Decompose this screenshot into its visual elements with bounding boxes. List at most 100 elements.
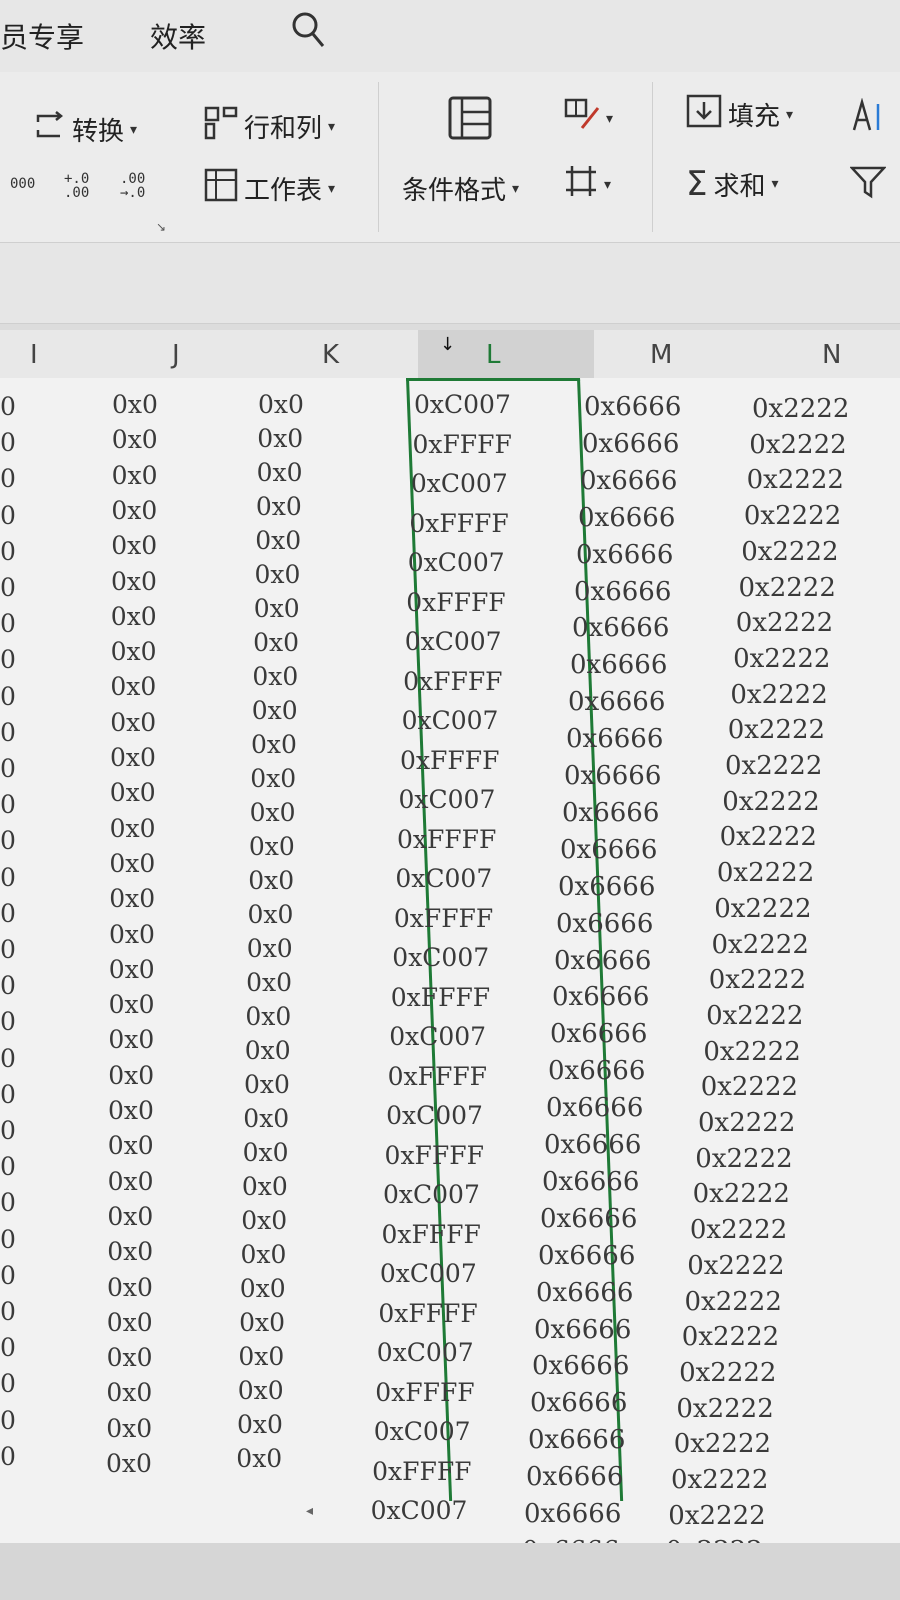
cell-k-15[interactable]: 0x0	[248, 866, 294, 895]
cell-m-21[interactable]: 0x6666	[544, 1130, 641, 1160]
cell-m-30[interactable]: 0x6666	[526, 1462, 623, 1492]
cell-l-2[interactable]: 0xFFFF	[412, 430, 511, 459]
cell-m-19[interactable]: 0x6666	[548, 1056, 645, 1086]
cell-m-25[interactable]: 0x6666	[536, 1278, 633, 1308]
cell-m-31[interactable]: 0x6666	[524, 1499, 621, 1529]
cell-k-30[interactable]: 0x0	[238, 1376, 284, 1405]
cell-l-28[interactable]: 0xFFFF	[372, 1457, 471, 1486]
cell-j-4[interactable]: 0x0	[111, 496, 157, 525]
cell-n-3[interactable]: 0x2222	[747, 465, 844, 495]
menu-tab-efficiency[interactable]: 效率	[150, 16, 206, 56]
column-header-n[interactable]: N	[822, 340, 841, 370]
cell-m-7[interactable]: 0x6666	[572, 613, 669, 643]
rows-columns-button[interactable]: 行和列 ▾	[204, 106, 335, 147]
cell-i-25[interactable]: 0	[0, 1261, 16, 1290]
column-header-i[interactable]: I	[30, 340, 38, 370]
cell-n-29[interactable]: 0x2222	[676, 1394, 773, 1424]
search-icon[interactable]	[290, 10, 326, 54]
cell-n-27[interactable]: 0x2222	[682, 1322, 779, 1352]
cell-m-6[interactable]: 0x6666	[574, 577, 671, 607]
cell-k-17[interactable]: 0x0	[247, 934, 293, 963]
cell-k-32[interactable]: 0x0	[236, 1444, 282, 1473]
cell-i-8[interactable]: 0	[0, 645, 16, 674]
cell-m-27[interactable]: 0x6666	[532, 1351, 629, 1381]
spreadsheet-grid[interactable]: 0 0 0 0 0 0 0 0 0 0 0 0 0 0 0 0 0 0 0 0 0 0 0 0 0 0 0 0 0 0 0x0 0x0 0x0 0…	[0, 378, 900, 1543]
cell-n-20[interactable]: 0x2222	[701, 1072, 798, 1102]
cell-m-23[interactable]: 0x6666	[540, 1204, 637, 1234]
cell-m-28[interactable]: 0x6666	[530, 1388, 627, 1418]
cell-i-21[interactable]: 0	[0, 1116, 16, 1145]
cell-i-15[interactable]: 0	[0, 899, 16, 928]
cell-i-11[interactable]: 0	[0, 754, 16, 783]
cell-l-1[interactable]: 0xC007	[414, 390, 511, 419]
cell-l-18[interactable]: 0xFFFF	[388, 1062, 487, 1091]
sum-button[interactable]: Σ 求和 ▾	[686, 164, 779, 204]
dialog-launcher-icon[interactable]: ↘	[156, 220, 166, 234]
cell-i-3[interactable]: 0	[0, 464, 16, 493]
cell-m-12[interactable]: 0x6666	[562, 798, 659, 828]
cell-i-1[interactable]: 0	[0, 392, 16, 421]
cell-m-18[interactable]: 0x6666	[550, 1019, 647, 1049]
cell-k-16[interactable]: 0x0	[248, 900, 294, 929]
cell-m-1[interactable]: 0x6666	[584, 392, 681, 422]
cell-l-26[interactable]: 0xFFFF	[375, 1378, 474, 1407]
sort-icon[interactable]	[850, 97, 886, 138]
cell-j-3[interactable]: 0x0	[112, 461, 158, 490]
cell-i-29[interactable]: 0	[0, 1406, 16, 1435]
cell-i-28[interactable]: 0	[0, 1369, 16, 1398]
cell-l-12[interactable]: 0xFFFF	[397, 825, 496, 854]
cell-n-18[interactable]: 0x2222	[706, 1001, 803, 1031]
cell-l-27[interactable]: 0xC007	[374, 1417, 471, 1446]
cell-l-19[interactable]: 0xC007	[386, 1101, 483, 1130]
cell-l-10[interactable]: 0xFFFF	[400, 746, 499, 775]
cell-k-29[interactable]: 0x0	[238, 1342, 284, 1371]
cell-k-22[interactable]: 0x0	[243, 1104, 289, 1133]
cell-j-9[interactable]: 0x0	[110, 672, 156, 701]
cell-k-3[interactable]: 0x0	[257, 458, 303, 487]
cell-l-22[interactable]: 0xFFFF	[381, 1220, 480, 1249]
cell-i-12[interactable]: 0	[0, 790, 16, 819]
cell-n-23[interactable]: 0x2222	[693, 1179, 790, 1209]
convert-button[interactable]: 转换 ▾	[34, 110, 137, 149]
conditional-format-button[interactable]: 条件格式 ▾	[402, 170, 519, 207]
cell-m-32[interactable]: 0x6666	[522, 1536, 619, 1543]
cell-m-4[interactable]: 0x6666	[578, 503, 675, 533]
cell-n-12[interactable]: 0x2222	[722, 787, 819, 817]
cell-m-13[interactable]: 0x6666	[560, 835, 657, 865]
cell-i-2[interactable]: 0	[0, 428, 16, 457]
cell-m-17[interactable]: 0x6666	[552, 982, 649, 1012]
cell-l-24[interactable]: 0xFFFF	[378, 1299, 477, 1328]
cell-l-3[interactable]: 0xC007	[411, 469, 508, 498]
column-header-m[interactable]: M	[650, 340, 672, 370]
cell-n-10[interactable]: 0x2222	[728, 715, 825, 745]
cell-i-14[interactable]: 0	[0, 863, 16, 892]
cell-k-24[interactable]: 0x0	[242, 1172, 288, 1201]
cell-n-14[interactable]: 0x2222	[717, 858, 814, 888]
cell-j-15[interactable]: 0x0	[109, 884, 155, 913]
cell-k-21[interactable]: 0x0	[244, 1070, 290, 1099]
cell-k-20[interactable]: 0x0	[245, 1036, 291, 1065]
cell-l-7[interactable]: 0xC007	[405, 627, 502, 656]
cell-j-18[interactable]: 0x0	[109, 990, 155, 1019]
cell-l-15[interactable]: 0xC007	[392, 943, 489, 972]
cell-i-16[interactable]: 0	[0, 935, 16, 964]
cell-m-20[interactable]: 0x6666	[546, 1093, 643, 1123]
cell-m-26[interactable]: 0x6666	[534, 1315, 631, 1345]
cell-j-8[interactable]: 0x0	[111, 637, 157, 666]
cell-n-26[interactable]: 0x2222	[685, 1287, 782, 1317]
cell-n-7[interactable]: 0x2222	[736, 608, 833, 638]
cell-n-24[interactable]: 0x2222	[690, 1215, 787, 1245]
cell-l-14[interactable]: 0xFFFF	[394, 904, 493, 933]
cell-n-30[interactable]: 0x2222	[674, 1429, 771, 1459]
column-header-k[interactable]: K	[322, 340, 339, 370]
cell-j-6[interactable]: 0x0	[111, 567, 157, 596]
cell-j-31[interactable]: 0x0	[106, 1449, 152, 1478]
cell-n-13[interactable]: 0x2222	[720, 822, 817, 852]
filter-icon[interactable]	[849, 164, 887, 204]
cell-n-32[interactable]: 0x2222	[668, 1501, 765, 1531]
cell-j-17[interactable]: 0x0	[109, 955, 155, 984]
cell-i-22[interactable]: 0	[0, 1152, 16, 1181]
cell-k-25[interactable]: 0x0	[241, 1206, 287, 1235]
cell-m-3[interactable]: 0x6666	[580, 466, 677, 496]
column-header-l[interactable]: L	[486, 340, 501, 370]
